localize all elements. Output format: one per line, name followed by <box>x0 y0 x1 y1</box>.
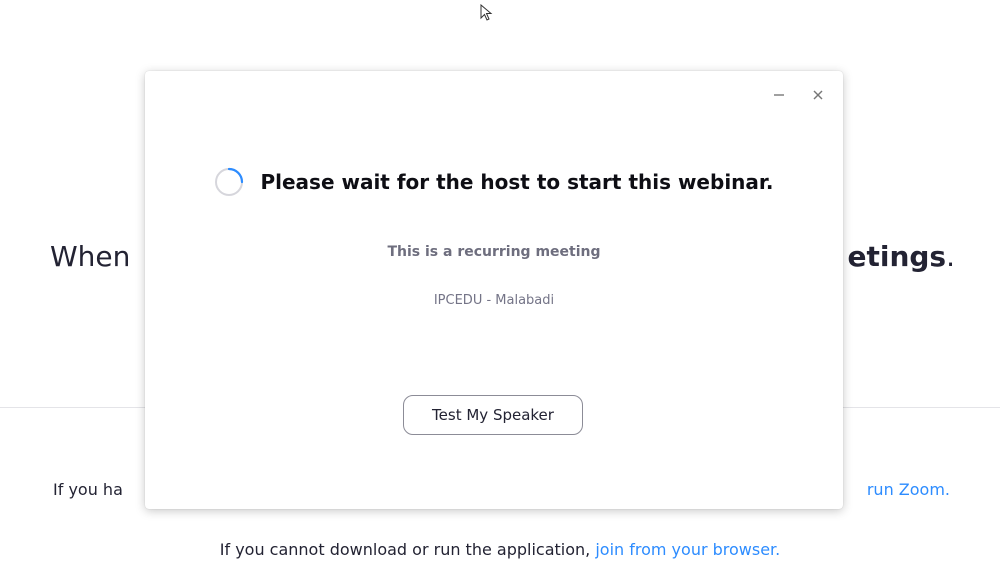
status-row: Please wait for the host to start this w… <box>145 167 843 197</box>
test-speaker-button[interactable]: Test My Speaker <box>403 395 583 435</box>
download-instructions-text: If you ha <box>53 480 123 499</box>
heading-period: . <box>946 240 955 273</box>
browser-join-instructions: If you cannot download or run the applic… <box>0 540 1000 559</box>
waiting-for-host-dialog: Please wait for the host to start this w… <box>145 71 843 509</box>
run-zoom-link[interactable]: run Zoom. <box>867 480 950 499</box>
browser-join-text: If you cannot download or run the applic… <box>219 540 596 559</box>
recurring-meeting-note: This is a recurring meeting <box>387 244 601 260</box>
zoom-join-page: When etings. If you ha run Zoom. If you … <box>0 0 1000 576</box>
join-from-browser-link[interactable]: join from your browser. <box>595 540 780 559</box>
heading-tail-text: etings. <box>847 240 955 273</box>
loading-spinner-icon <box>215 167 244 196</box>
heading-tail-bold: etings <box>847 240 947 273</box>
mouse-cursor-icon <box>480 4 493 21</box>
close-icon[interactable] <box>810 87 826 103</box>
waiting-status-text: Please wait for the host to start this w… <box>260 170 774 194</box>
heading-lead-text: When <box>50 240 131 273</box>
meeting-name: IPCEDU - Malabadi <box>433 293 555 308</box>
minimize-icon[interactable] <box>771 87 787 103</box>
